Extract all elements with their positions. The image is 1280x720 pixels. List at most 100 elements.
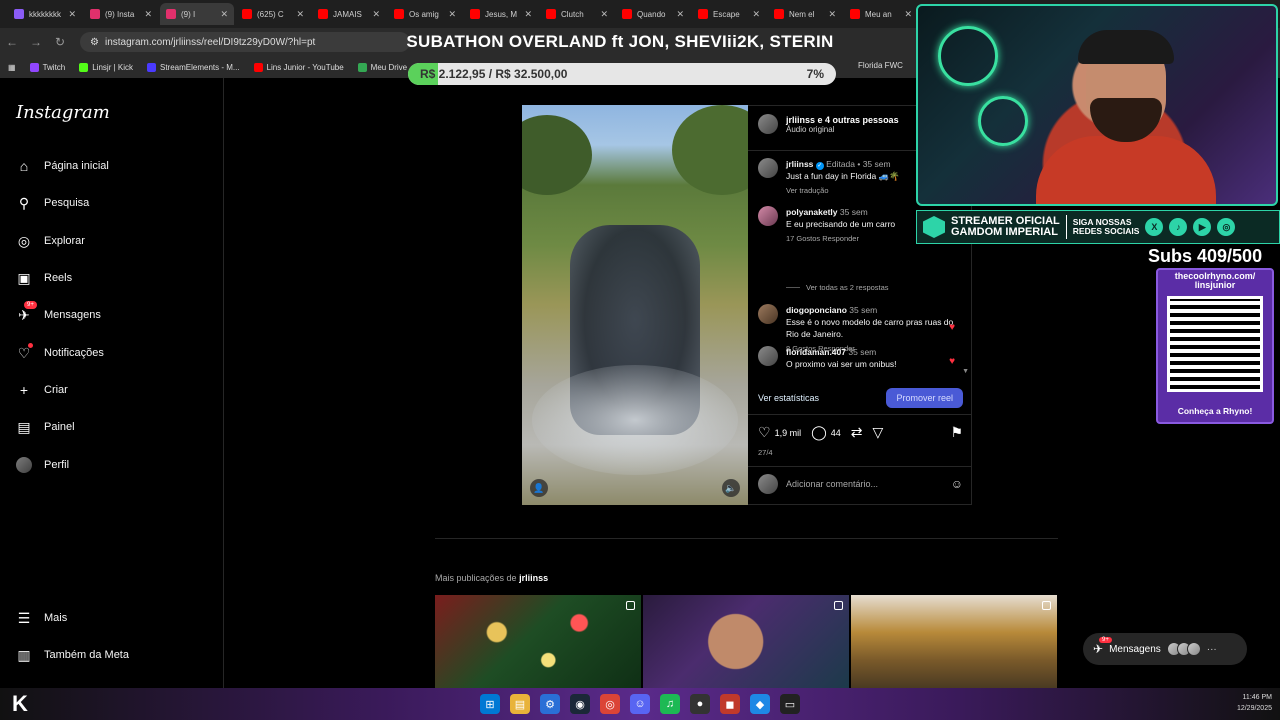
close-icon[interactable]: ✕ xyxy=(448,9,456,20)
comment-icon[interactable]: ◯ xyxy=(811,424,827,441)
close-icon[interactable]: ✕ xyxy=(524,9,532,20)
post-thumbnail[interactable] xyxy=(851,595,1057,688)
comment-user[interactable]: floridaman.407 xyxy=(786,347,846,357)
caption-user[interactable]: jrliinss xyxy=(786,159,813,169)
comment-input[interactable]: Adicionar comentário... xyxy=(786,479,878,489)
folder-icon[interactable]: ▤ xyxy=(510,694,530,714)
url-field[interactable]: ⚙ instagram.com/jrliinss/reel/DI9tz29yD0… xyxy=(80,32,410,52)
sidebar-item-home[interactable]: ⌂ Página inicial xyxy=(16,158,109,174)
mute-icon[interactable]: 🔈 xyxy=(722,479,740,497)
bookmark-item[interactable]: Meu Drive xyxy=(357,62,407,72)
spotify-icon[interactable]: ♫ xyxy=(660,694,680,714)
sidebar-item-messenger[interactable]: ✈ 9+ Mensagens xyxy=(16,301,101,323)
sidebar-item-reels[interactable]: ▣ Reels xyxy=(16,270,72,286)
avatar[interactable] xyxy=(758,346,778,366)
back-icon[interactable]: ← xyxy=(0,35,24,49)
share-icon[interactable]: ▽ xyxy=(873,424,884,441)
like-icon[interactable]: ♡ xyxy=(758,424,771,441)
bookmark-favicon-icon xyxy=(29,62,39,72)
sidebar-item-more[interactable]: ☰ Mais xyxy=(16,610,68,626)
avatar[interactable] xyxy=(758,114,778,134)
steam-icon[interactable]: ◉ xyxy=(570,694,590,714)
terminal-icon[interactable]: ▭ xyxy=(780,694,800,714)
browser-tab[interactable]: Quando ✕ xyxy=(616,3,690,25)
bookmark-item[interactable]: StreamElements - M... xyxy=(147,62,240,72)
user-tag-icon[interactable]: 👤 xyxy=(530,479,548,497)
smoke-shape xyxy=(532,365,738,475)
divider xyxy=(1065,215,1067,239)
avatar[interactable] xyxy=(758,206,778,226)
sidebar-item-profile[interactable]: Perfil xyxy=(16,457,69,473)
sidebar-item-search[interactable]: ⚲ Pesquisa xyxy=(16,195,89,211)
sidebar-item-compass[interactable]: ◎ Explorar xyxy=(16,233,85,249)
promote-reel-button[interactable]: Promover reel xyxy=(886,388,963,408)
close-icon[interactable]: ✕ xyxy=(828,9,836,20)
browser-tab[interactable]: (9) Insta ✕ xyxy=(84,3,158,25)
liked-heart-icon[interactable]: ♥ xyxy=(949,356,955,367)
apps-grid-icon[interactable]: ▦ xyxy=(8,63,16,72)
browser-tab[interactable]: Escape ✕ xyxy=(692,3,766,25)
more-posts-user[interactable]: jrliinss xyxy=(519,573,548,583)
discord-icon[interactable]: ☺ xyxy=(630,694,650,714)
tab-title: (625) C xyxy=(257,9,284,19)
chrome-icon[interactable]: ◎ xyxy=(600,694,620,714)
emoji-icon[interactable]: ☺ xyxy=(951,477,963,491)
close-icon[interactable]: ✕ xyxy=(68,9,76,20)
post-thumbnail[interactable] xyxy=(643,595,849,688)
view-insights-link[interactable]: Ver estatísticas xyxy=(758,393,819,403)
browser-tab[interactable]: Os amig ✕ xyxy=(388,3,462,25)
close-icon[interactable]: ✕ xyxy=(752,9,760,20)
sidebar-item-heart[interactable]: ♡ Notificações xyxy=(16,343,104,361)
goal-percent: 7% xyxy=(806,67,824,81)
browser-tab[interactable]: (9) I ✕ xyxy=(160,3,234,25)
bookmark-item[interactable]: Linsjr | Kick xyxy=(79,62,133,72)
browser-tab[interactable]: Meu an ✕ xyxy=(844,3,918,25)
sidebar-item-plus[interactable]: + Criar xyxy=(16,382,68,398)
audio-label[interactable]: Áudio original xyxy=(786,125,899,134)
bookmark-florida[interactable]: Florida FWC xyxy=(858,61,903,70)
avatar[interactable] xyxy=(758,158,778,178)
windows-start-icon[interactable]: ⊞ xyxy=(480,694,500,714)
comment-user[interactable]: diogoponciano xyxy=(786,305,847,315)
liked-heart-icon[interactable]: ♥ xyxy=(949,322,955,333)
like-count[interactable]: 1,9 mil xyxy=(775,428,802,438)
close-icon[interactable]: ✕ xyxy=(144,9,152,20)
sidebar-item-meta[interactable]: ▥ Também da Meta xyxy=(16,647,129,663)
post-thumbnail[interactable] xyxy=(435,595,641,688)
close-icon[interactable]: ✕ xyxy=(676,9,684,20)
sidebar-item-dashboard[interactable]: ▤ Painel xyxy=(16,419,74,435)
browser-tab[interactable]: Nem el ✕ xyxy=(768,3,842,25)
taskbar-apps: ⊞ ▤ ⚙ ◉ ◎ ☺ ♫ ● ◼ ◆ ▭ xyxy=(480,694,800,714)
repost-icon[interactable]: ⇄ xyxy=(851,424,863,441)
obs-icon[interactable]: ● xyxy=(690,694,710,714)
close-icon[interactable]: ✕ xyxy=(372,9,380,20)
instagram-logo[interactable]: Instagram xyxy=(16,102,110,123)
forward-icon[interactable]: → xyxy=(24,35,48,49)
browser-tab[interactable]: Clutch ✕ xyxy=(540,3,614,25)
system-clock[interactable]: 11:46 PM 12/29/2025 xyxy=(1237,692,1272,714)
scroll-down-icon[interactable]: ▼ xyxy=(962,368,969,375)
post-author[interactable]: jrliinss xyxy=(786,115,815,125)
bookmark-item[interactable]: Twitch xyxy=(29,62,65,72)
record-icon[interactable]: ◼ xyxy=(720,694,740,714)
site-info-icon[interactable]: ⚙ xyxy=(90,37,99,48)
browser-tab[interactable]: kkkkkkkk ✕ xyxy=(8,3,82,25)
comment-group: ◯ 44 xyxy=(811,424,841,441)
reload-icon[interactable]: ↻ xyxy=(48,35,72,49)
close-icon[interactable]: ✕ xyxy=(220,9,228,20)
browser-tab[interactable]: (625) C ✕ xyxy=(236,3,310,25)
messages-pill[interactable]: ✈ 9+ Mensagens ··· xyxy=(1083,633,1247,665)
reel-video[interactable]: 👤 🔈 xyxy=(522,105,748,505)
close-icon[interactable]: ✕ xyxy=(904,9,912,20)
browser-tab[interactable]: JAMAIS ✕ xyxy=(312,3,386,25)
close-icon[interactable]: ✕ xyxy=(296,9,304,20)
close-icon[interactable]: ✕ xyxy=(600,9,608,20)
bookmark-item[interactable]: Lins Junior - YouTube xyxy=(253,62,344,72)
collaborators[interactable]: e 4 outras pessoas xyxy=(818,115,899,125)
app-icon[interactable]: ⚙ xyxy=(540,694,560,714)
save-icon[interactable]: ⚑ xyxy=(950,424,963,441)
comment-user[interactable]: polyanaketly xyxy=(786,207,838,217)
avatar[interactable] xyxy=(758,304,778,324)
browser-tab[interactable]: Jesus, M ✕ xyxy=(464,3,538,25)
app-icon[interactable]: ◆ xyxy=(750,694,770,714)
